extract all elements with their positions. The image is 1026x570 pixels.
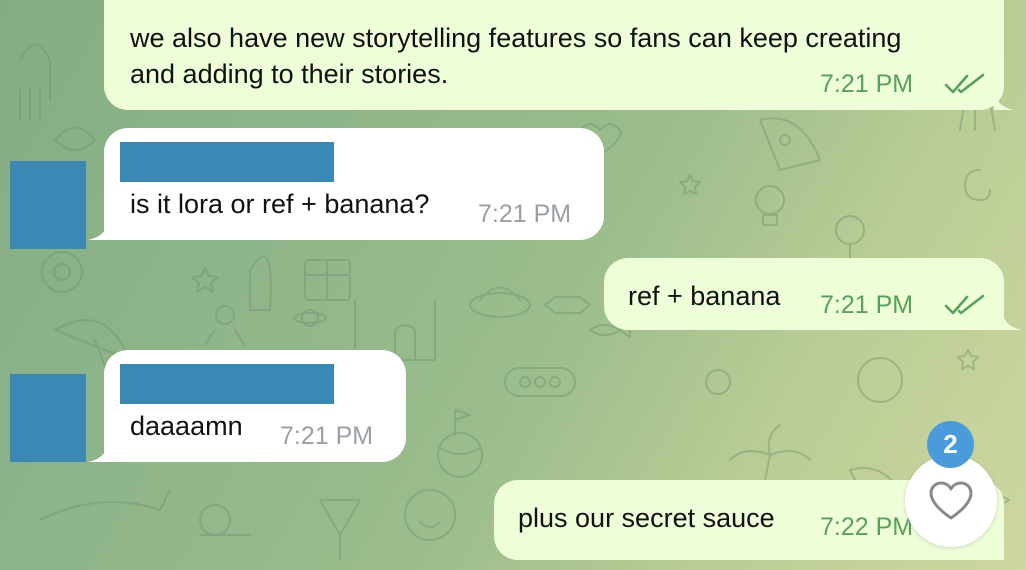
bubble-tail bbox=[1002, 308, 1022, 330]
reaction-button[interactable] bbox=[905, 455, 997, 547]
message-text: plus our secret sauce bbox=[518, 503, 775, 533]
unread-count-badge[interactable]: 2 bbox=[927, 421, 974, 468]
message-text: we also have new storytelling features s… bbox=[130, 23, 902, 53]
message-text: is it lora or ref + banana? bbox=[130, 189, 430, 219]
message-time: 7:21 PM bbox=[280, 422, 374, 450]
double-check-icon bbox=[944, 73, 985, 94]
avatar-redacted[interactable] bbox=[10, 374, 86, 462]
message-time: 7:21 PM bbox=[820, 70, 914, 98]
message-time: 7:21 PM bbox=[820, 291, 914, 319]
sender-name-redacted bbox=[120, 142, 334, 182]
message-time: 7:22 PM bbox=[820, 513, 914, 541]
message-bubble-incoming[interactable]: is it lora or ref + banana? 7:21 PM bbox=[104, 128, 604, 240]
heart-outline-icon bbox=[929, 481, 973, 520]
message-text: ref + banana bbox=[628, 281, 781, 311]
bubble-tail bbox=[994, 88, 1014, 110]
double-check-icon bbox=[944, 294, 985, 315]
message-bubble-incoming[interactable]: daaaamn 7:21 PM bbox=[104, 350, 406, 462]
message-bubble-outgoing[interactable]: we also have new storytelling features s… bbox=[104, 0, 1004, 110]
avatar-redacted[interactable] bbox=[10, 161, 86, 249]
sender-name-redacted bbox=[120, 364, 334, 404]
message-time: 7:21 PM bbox=[478, 200, 572, 228]
message-bubble-outgoing[interactable]: ref + banana 7:21 PM bbox=[604, 258, 1004, 330]
message-text: and adding to their stories. bbox=[130, 59, 449, 89]
message-text: daaaamn bbox=[130, 411, 243, 441]
